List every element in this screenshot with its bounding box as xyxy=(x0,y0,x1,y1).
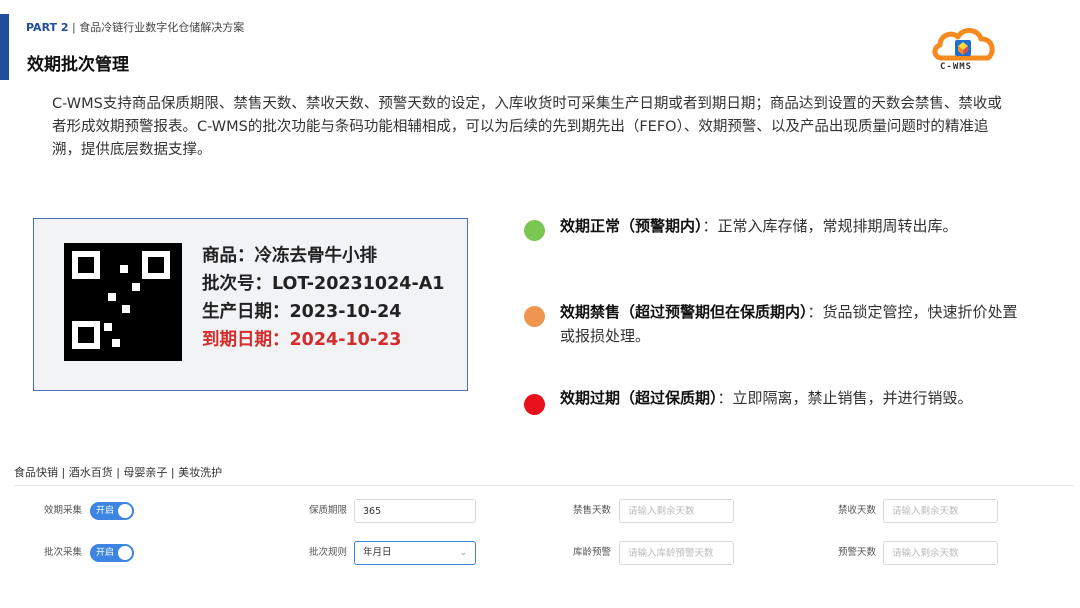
legend-title: 效期正常（预警期内） xyxy=(560,217,703,235)
legend-description: 正常入库存储，常规排期周转出库。 xyxy=(717,217,958,235)
toggle-knob xyxy=(118,504,132,518)
legend-separator: ： xyxy=(717,389,733,407)
stock-age-warning-label: 库龄预警 xyxy=(573,547,612,558)
green-status-dot xyxy=(524,220,545,241)
toggle-knob xyxy=(118,546,132,560)
part-label: PART 2 | 食品冷链行业数字化仓储解决方案 xyxy=(26,19,244,35)
production-date-line: 生产日期：2023-10-24 xyxy=(202,302,402,322)
legend-separator: ： xyxy=(702,217,718,235)
warning-days-label: 预警天数 xyxy=(838,547,877,558)
batch-label-card: 商品：冷冻去骨牛小排 批次号：LOT-20231024-A1 生产日期：2023… xyxy=(33,218,468,391)
no-receive-days-input[interactable] xyxy=(883,499,998,523)
no-sale-days-label: 禁售天数 xyxy=(573,505,612,516)
expiry-collect-label: 效期采集 xyxy=(44,505,83,516)
form-row-expiry: 效期采集 开启 保质期限 禁售天数 禁收天数 xyxy=(0,499,1080,525)
page-title: 效期批次管理 xyxy=(27,55,129,75)
no-sale-days-input[interactable] xyxy=(619,499,734,523)
shelf-life-label: 保质期限 xyxy=(309,505,348,516)
red-status-dot xyxy=(524,394,545,415)
logo-text: C-WMS xyxy=(940,62,973,72)
part-number: PART 2 xyxy=(26,21,69,34)
legend-item-normal: 效期正常（预警期内）：正常入库存储，常规排期周转出库。 xyxy=(524,214,1024,241)
legend-title: 效期过期（超过保质期） xyxy=(560,389,718,407)
legend-separator: ： xyxy=(807,303,823,321)
batch-rule-select[interactable]: 年月日 ⌄ xyxy=(354,541,476,565)
expiry-collect-toggle[interactable]: 开启 xyxy=(90,502,134,520)
batch-rule-label: 批次规则 xyxy=(309,547,348,558)
label-lines: 商品：冷冻去骨牛小排 批次号：LOT-20231024-A1 生产日期：2023… xyxy=(202,242,444,354)
toggle-on-text: 开启 xyxy=(96,506,115,516)
product-line: 商品：冷冻去骨牛小排 xyxy=(202,246,377,266)
orange-status-dot xyxy=(524,306,545,327)
accent-bar xyxy=(0,14,9,80)
legend-title: 效期禁售（超过预警期但在保质期内） xyxy=(560,303,808,321)
form-row-batch: 批次采集 开启 批次规则 年月日 ⌄ 库龄预警 预警天数 xyxy=(0,541,1080,567)
batch-collect-label: 批次采集 xyxy=(44,547,83,558)
batch-collect-toggle[interactable]: 开启 xyxy=(90,544,134,562)
part-separator: | xyxy=(68,21,80,34)
industry-tags: 食品快销 | 酒水百货 | 母婴亲子 | 美妆洗护 xyxy=(14,466,223,479)
divider xyxy=(14,485,1074,486)
legend-item-expired: 效期过期（超过保质期）：立即隔离，禁止销售，并进行销毁。 xyxy=(524,386,1024,415)
legend-item-no-sale: 效期禁售（超过预警期但在保质期内）：货品锁定管控，快速折价处置或报损处理。 xyxy=(524,300,1024,348)
chevron-down-icon: ⌄ xyxy=(459,548,467,558)
no-receive-days-label: 禁收天数 xyxy=(838,505,877,516)
description-paragraph: C-WMS支持商品保质期限、禁售天数、禁收天数、预警天数的设定，入库收货时可采集… xyxy=(52,96,1002,158)
toggle-on-text: 开启 xyxy=(96,548,115,558)
stock-age-warning-input[interactable] xyxy=(619,541,734,565)
expiry-date-line: 到期日期：2024-10-23 xyxy=(202,330,402,350)
part-topic: 食品冷链行业数字化仓储解决方案 xyxy=(79,21,245,34)
qr-code-icon xyxy=(64,243,182,361)
warning-days-input[interactable] xyxy=(883,541,998,565)
batch-number-line: 批次号：LOT-20231024-A1 xyxy=(202,274,445,294)
legend-description: 立即隔离，禁止销售，并进行销毁。 xyxy=(732,389,973,407)
shelf-life-input[interactable] xyxy=(354,499,476,523)
batch-rule-value: 年月日 xyxy=(363,547,392,558)
